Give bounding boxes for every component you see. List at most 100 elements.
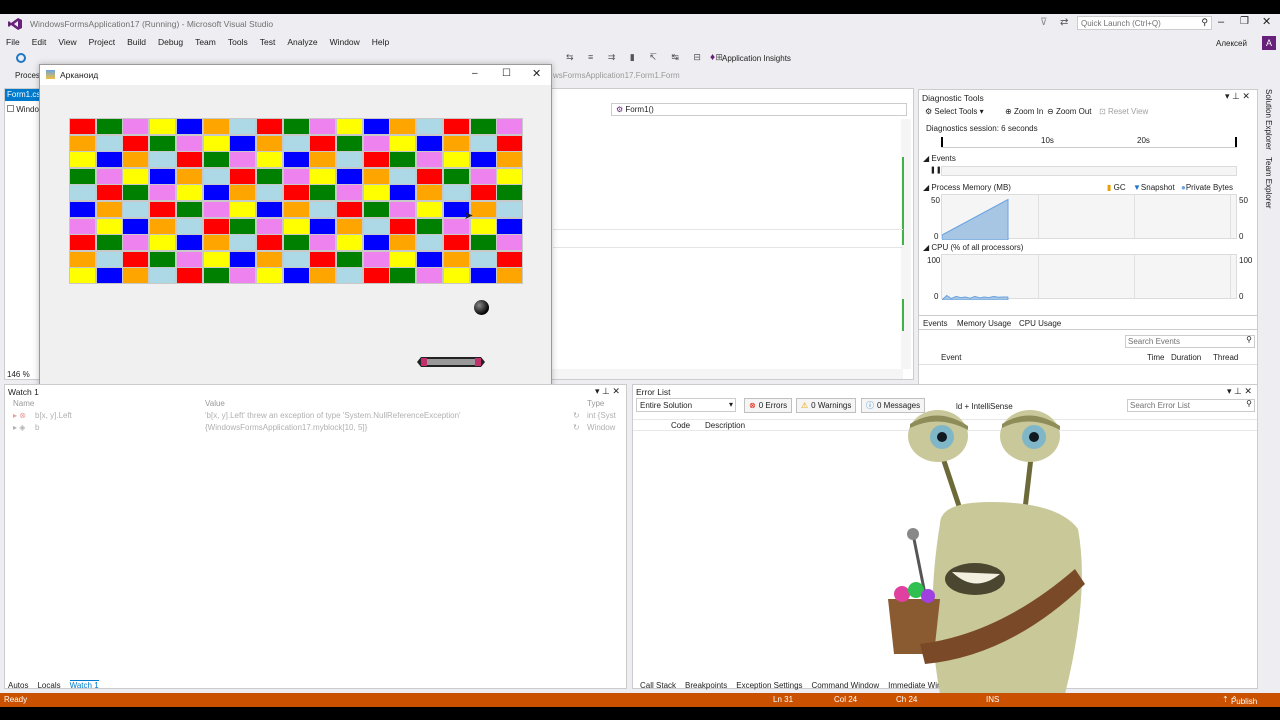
menu-help[interactable]: Help	[372, 37, 389, 47]
status-ch: Ch 24	[896, 695, 918, 704]
diag-pin-icon[interactable]: ▾ ⊥ ✕	[1225, 91, 1250, 102]
minimize-button[interactable]: –	[1218, 16, 1224, 28]
menu-build[interactable]: Build	[127, 37, 146, 47]
arkanoid-title: Арканоид	[60, 70, 99, 80]
zoom-level[interactable]: 146 %	[7, 370, 30, 379]
watch-col-type[interactable]: Type	[587, 399, 604, 408]
errors-filter-button[interactable]: ⊗ 0 Errors	[744, 398, 793, 413]
menu-tools[interactable]: Tools	[228, 37, 248, 47]
tool-tab-command-window[interactable]: Command Window	[812, 681, 880, 690]
brick	[202, 201, 230, 218]
form-close-button[interactable]: ✕	[532, 67, 541, 80]
game-canvas[interactable]: ➤	[40, 85, 551, 391]
diag-timeline[interactable]: 10s 20s	[941, 136, 1237, 148]
app-insights-button[interactable]: Application Insights	[722, 54, 791, 63]
side-tab-team-explorer[interactable]: Team Explorer	[1264, 157, 1273, 209]
toolbar-icons[interactable]: ⇆ ≡ ⇉ ▮ ↸ ↹ ⊟ ⊞	[566, 52, 729, 63]
gc-legend: ▮ GC	[1107, 183, 1126, 192]
new-project-icon[interactable]	[16, 53, 26, 63]
mem-min-right: 0	[1239, 232, 1244, 241]
paddle[interactable]	[417, 355, 485, 369]
form-minimize-button[interactable]: –	[472, 68, 478, 79]
brick	[389, 118, 417, 135]
table-row[interactable]: ▸ ⊗ b[x, y].Left 'b[x, y].Left' threw an…	[5, 411, 626, 422]
watch-row-value: 'b[x, y].Left' threw an exception of typ…	[205, 411, 461, 420]
user-name[interactable]: Алексей	[1216, 39, 1247, 48]
warnings-filter-button[interactable]: ⚠ 0 Warnings	[796, 398, 857, 413]
cpu-min-left: 0	[934, 292, 939, 301]
arkanoid-window[interactable]: Арканоид – ☐ ✕ ➤	[39, 64, 552, 392]
watch-col-name[interactable]: Name	[13, 399, 34, 408]
cpu-chart[interactable]	[941, 254, 1237, 300]
brick	[95, 151, 123, 169]
col-description[interactable]: Description	[705, 421, 745, 430]
feedback-icon[interactable]: ⇄	[1060, 17, 1068, 28]
member-dropdown[interactable]: ⚙ Form1()	[611, 103, 907, 116]
cpu-max-left: 100	[927, 256, 941, 265]
tool-tab-exception-settings[interactable]: Exception Settings	[736, 681, 802, 690]
brick	[416, 217, 444, 235]
menu-project[interactable]: Project	[89, 37, 115, 47]
col-time[interactable]: Time	[1147, 353, 1164, 362]
table-row[interactable]: ▸ ◈ b {WindowsFormsApplication17.myblock…	[5, 423, 626, 434]
brick	[469, 118, 497, 135]
brick	[69, 217, 96, 235]
editor-vscroll[interactable]	[901, 119, 911, 369]
diag-tab-cpu-usage[interactable]: CPU Usage	[1019, 319, 1061, 328]
col-duration[interactable]: Duration	[1171, 353, 1201, 362]
zoom-in-button[interactable]: ⊕ Zoom In	[1005, 107, 1043, 116]
user-avatar[interactable]: A	[1262, 36, 1276, 50]
side-tab-solution-explorer[interactable]: Solution Explorer	[1264, 89, 1273, 150]
form-maximize-button[interactable]: ☐	[502, 68, 511, 79]
menu-edit[interactable]: Edit	[32, 37, 47, 47]
scope-dropdown[interactable]: Entire Solution ▾	[636, 398, 736, 412]
watch-tab-autos[interactable]: Autos	[8, 681, 28, 690]
reset-view-button[interactable]: ⊡ Reset View	[1099, 107, 1148, 116]
zoom-out-button[interactable]: ⊖ Zoom Out	[1047, 107, 1092, 116]
select-tools-button[interactable]: ⚙ Select Tools ▾	[925, 107, 984, 116]
menu-file[interactable]: File	[6, 37, 20, 47]
brick	[336, 118, 363, 135]
diag-tab-events[interactable]: Events	[923, 319, 947, 328]
watch-title: Watch 1	[8, 387, 39, 397]
watch-tab-watch-1[interactable]: Watch 1	[69, 680, 99, 690]
member-icon: ⚙	[616, 105, 624, 114]
watch-col-value[interactable]: Value	[205, 399, 225, 408]
editor-tab[interactable]: Form1.cs	[5, 89, 41, 101]
menu-view[interactable]: View	[58, 37, 76, 47]
watch-panel-controls[interactable]: ▾ ⊥ ✕	[595, 386, 620, 397]
filter-icon[interactable]: ⊽	[1040, 17, 1047, 28]
menu-team[interactable]: Team	[195, 37, 216, 47]
watch-tab-locals[interactable]: Locals	[37, 681, 60, 690]
restore-button[interactable]: ❐	[1240, 16, 1249, 27]
col-thread[interactable]: Thread	[1213, 353, 1238, 362]
events-track[interactable]: ❚❚	[930, 166, 1237, 176]
menu-test[interactable]: Test	[260, 37, 276, 47]
quick-launch-input[interactable]: Quick Launch (Ctrl+Q) ⚲	[1077, 16, 1212, 30]
brick	[496, 167, 524, 185]
col-event[interactable]: Event	[941, 353, 961, 362]
close-button[interactable]: ✕	[1262, 15, 1271, 28]
events-search-input[interactable]: Search Events ⚲	[1125, 335, 1255, 348]
error-list-controls[interactable]: ▾ ⊥ ✕	[1227, 386, 1252, 397]
brick	[202, 184, 230, 202]
tool-tab-call-stack[interactable]: Call Stack	[640, 681, 676, 690]
error-search-input[interactable]: Search Error List ⚲	[1127, 399, 1255, 412]
menu-bar: File Edit View Project Build Debug Team Tools Te…	[0, 34, 1280, 50]
tool-tab-breakpoints[interactable]: Breakpoints	[685, 681, 727, 690]
brick	[362, 184, 390, 202]
diag-tab-memory-usage[interactable]: Memory Usage	[957, 319, 1011, 328]
memory-chart[interactable]	[941, 194, 1237, 240]
refresh-icon[interactable]: ↻	[573, 423, 580, 432]
arkanoid-title-bar[interactable]: Арканоид – ☐ ✕	[40, 65, 551, 85]
col-code[interactable]: Code	[671, 421, 690, 430]
nav-dropdown[interactable]: wsFormsApplication17.Form1.Form	[553, 71, 680, 80]
brick	[229, 267, 257, 285]
brick	[175, 201, 203, 218]
menu-analyze[interactable]: Analyze	[287, 37, 317, 47]
refresh-icon[interactable]: ↻	[573, 411, 580, 420]
menu-debug[interactable]: Debug	[158, 37, 183, 47]
publish-button[interactable]: ⇡ Publish ⌃	[1222, 695, 1257, 706]
menu-window[interactable]: Window	[330, 37, 360, 47]
brick	[202, 217, 230, 235]
